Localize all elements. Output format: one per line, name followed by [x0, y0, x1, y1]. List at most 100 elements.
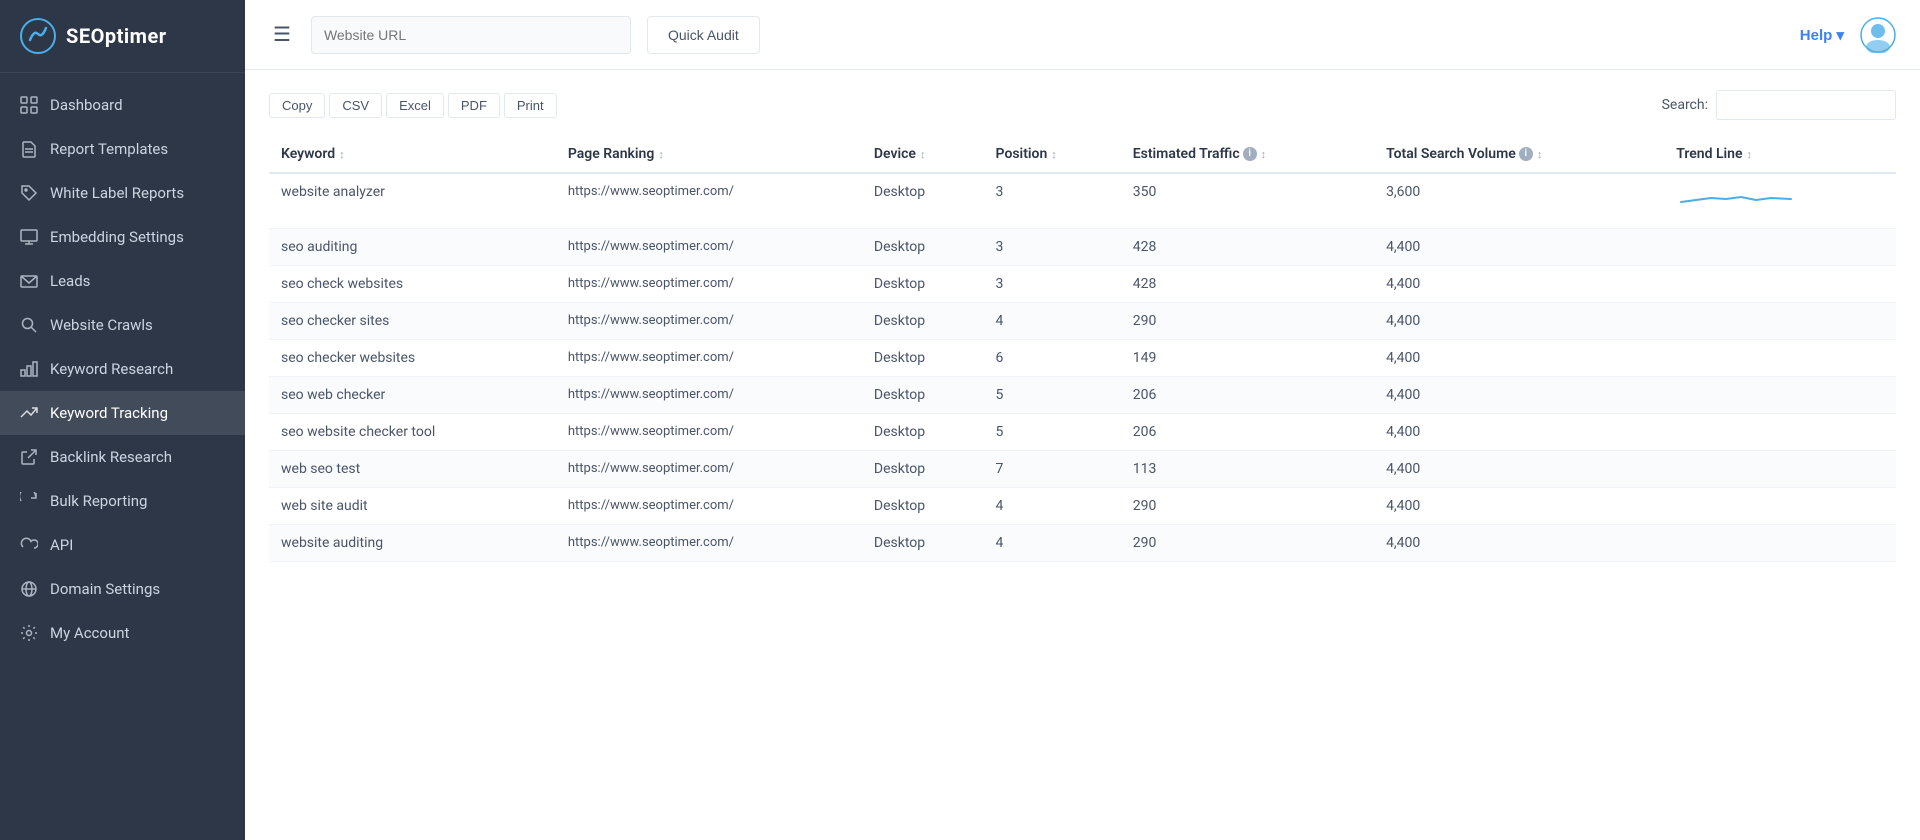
- sidebar-item-dashboard[interactable]: Dashboard: [0, 83, 245, 127]
- sort-icon-trend_line[interactable]: ↕: [1747, 148, 1753, 161]
- cell-keyword: website auditing: [269, 525, 556, 562]
- seoptimer-logo-icon: [20, 18, 56, 54]
- cell-estimated_traffic: 290: [1121, 525, 1374, 562]
- sidebar-item-bulk-reporting[interactable]: Bulk Reporting: [0, 479, 245, 523]
- search-input[interactable]: [1716, 90, 1896, 120]
- info-icon-total_search_volume[interactable]: i: [1519, 147, 1533, 161]
- sort-icon-total_search_volume[interactable]: ↕: [1537, 148, 1543, 161]
- cell-position: 7: [984, 451, 1121, 488]
- cell-total_search_volume: 4,400: [1374, 340, 1664, 377]
- cell-estimated_traffic: 113: [1121, 451, 1374, 488]
- trending-up-icon: [20, 404, 38, 422]
- cell-page_ranking: https://www.seoptimer.com/: [556, 229, 862, 266]
- cell-position: 4: [984, 488, 1121, 525]
- sidebar-item-backlink-research[interactable]: Backlink Research: [0, 435, 245, 479]
- sidebar-item-embedding-settings[interactable]: Embedding Settings: [0, 215, 245, 259]
- file-text-icon: [20, 140, 38, 158]
- cell-page_ranking: https://www.seoptimer.com/: [556, 377, 862, 414]
- url-input[interactable]: [311, 16, 631, 54]
- sidebar-item-website-crawls[interactable]: Website Crawls: [0, 303, 245, 347]
- cell-position: 5: [984, 377, 1121, 414]
- sidebar-item-keyword-research[interactable]: Keyword Research: [0, 347, 245, 391]
- sidebar-item-label: Report Templates: [50, 140, 168, 158]
- globe-icon: [20, 580, 38, 598]
- cell-position: 3: [984, 173, 1121, 229]
- tag-icon: [20, 184, 38, 202]
- cell-page_ranking: https://www.seoptimer.com/: [556, 266, 862, 303]
- help-button[interactable]: Help ▾: [1800, 26, 1844, 44]
- keyword-table: Keyword↕Page Ranking↕Device↕Position↕Est…: [269, 136, 1896, 562]
- table-row: website auditinghttps://www.seoptimer.co…: [269, 525, 1896, 562]
- user-avatar-icon[interactable]: [1860, 17, 1896, 53]
- sidebar: SEOptimer Dashboard Report Templates Whi…: [0, 0, 245, 840]
- sidebar-item-label: My Account: [50, 624, 129, 642]
- sidebar-item-api[interactable]: API: [0, 523, 245, 567]
- excel-button[interactable]: Excel: [386, 93, 444, 118]
- sidebar-item-label: API: [50, 536, 73, 554]
- quick-audit-button[interactable]: Quick Audit: [647, 16, 760, 54]
- cell-device: Desktop: [862, 229, 984, 266]
- sidebar-navigation: Dashboard Report Templates White Label R…: [0, 73, 245, 840]
- cell-keyword: web site audit: [269, 488, 556, 525]
- col-trend_line[interactable]: Trend Line↕: [1664, 136, 1896, 173]
- cell-position: 4: [984, 525, 1121, 562]
- pdf-button[interactable]: PDF: [448, 93, 500, 118]
- table-row: seo website checker toolhttps://www.seop…: [269, 414, 1896, 451]
- sidebar-item-my-account[interactable]: My Account: [0, 611, 245, 655]
- print-button[interactable]: Print: [504, 93, 557, 118]
- cell-estimated_traffic: 290: [1121, 303, 1374, 340]
- sidebar-item-keyword-tracking[interactable]: Keyword Tracking: [0, 391, 245, 435]
- cell-estimated_traffic: 428: [1121, 266, 1374, 303]
- table-row: seo check websiteshttps://www.seoptimer.…: [269, 266, 1896, 303]
- copy-button[interactable]: Copy: [269, 93, 325, 118]
- cell-estimated_traffic: 206: [1121, 377, 1374, 414]
- cell-estimated_traffic: 428: [1121, 229, 1374, 266]
- sidebar-item-white-label-reports[interactable]: White Label Reports: [0, 171, 245, 215]
- sort-icon-keyword[interactable]: ↕: [339, 148, 345, 161]
- sidebar-item-label: White Label Reports: [50, 184, 184, 202]
- cell-position: 3: [984, 266, 1121, 303]
- cell-estimated_traffic: 206: [1121, 414, 1374, 451]
- col-keyword[interactable]: Keyword↕: [269, 136, 556, 173]
- refresh-icon: [20, 492, 38, 510]
- cell-trend-line: [1664, 451, 1896, 488]
- info-icon-estimated_traffic[interactable]: i: [1243, 147, 1257, 161]
- hamburger-button[interactable]: ☰: [269, 18, 295, 51]
- external-link-icon: [20, 448, 38, 466]
- logo-text: SEOptimer: [66, 24, 167, 48]
- col-estimated_traffic[interactable]: Estimated Traffici↕: [1121, 136, 1374, 173]
- sort-icon-position[interactable]: ↕: [1051, 148, 1057, 161]
- sidebar-item-domain-settings[interactable]: Domain Settings: [0, 567, 245, 611]
- cell-trend-line: [1664, 377, 1896, 414]
- sidebar-item-label: Embedding Settings: [50, 228, 184, 246]
- cell-page_ranking: https://www.seoptimer.com/: [556, 340, 862, 377]
- search-container: Search:: [1662, 90, 1896, 120]
- cell-page_ranking: https://www.seoptimer.com/: [556, 173, 862, 229]
- settings-icon: [20, 624, 38, 642]
- table-toolbar: CopyCSVExcelPDFPrint Search:: [269, 90, 1896, 120]
- sidebar-item-label: Leads: [50, 272, 90, 290]
- col-device[interactable]: Device↕: [862, 136, 984, 173]
- sidebar-item-report-templates[interactable]: Report Templates: [0, 127, 245, 171]
- cell-device: Desktop: [862, 266, 984, 303]
- cell-trend-line: [1664, 488, 1896, 525]
- main-content: CopyCSVExcelPDFPrint Search: Keyword↕Pag…: [245, 70, 1920, 840]
- col-position[interactable]: Position↕: [984, 136, 1121, 173]
- cell-device: Desktop: [862, 525, 984, 562]
- cloud-icon: [20, 536, 38, 554]
- sidebar-item-label: Bulk Reporting: [50, 492, 147, 510]
- sort-icon-estimated_traffic[interactable]: ↕: [1261, 148, 1267, 161]
- cell-trend-line: [1664, 340, 1896, 377]
- sidebar-item-leads[interactable]: Leads: [0, 259, 245, 303]
- monitor-icon: [20, 228, 38, 246]
- col-page_ranking[interactable]: Page Ranking↕: [556, 136, 862, 173]
- col-total_search_volume[interactable]: Total Search Volumei↕: [1374, 136, 1664, 173]
- cell-device: Desktop: [862, 451, 984, 488]
- csv-button[interactable]: CSV: [329, 93, 382, 118]
- header: ☰ Quick Audit Help ▾: [245, 0, 1920, 70]
- sort-icon-device[interactable]: ↕: [920, 148, 926, 161]
- cell-trend-line: [1664, 414, 1896, 451]
- cell-trend-line: [1664, 266, 1896, 303]
- cell-keyword: seo check websites: [269, 266, 556, 303]
- sort-icon-page_ranking[interactable]: ↕: [658, 148, 664, 161]
